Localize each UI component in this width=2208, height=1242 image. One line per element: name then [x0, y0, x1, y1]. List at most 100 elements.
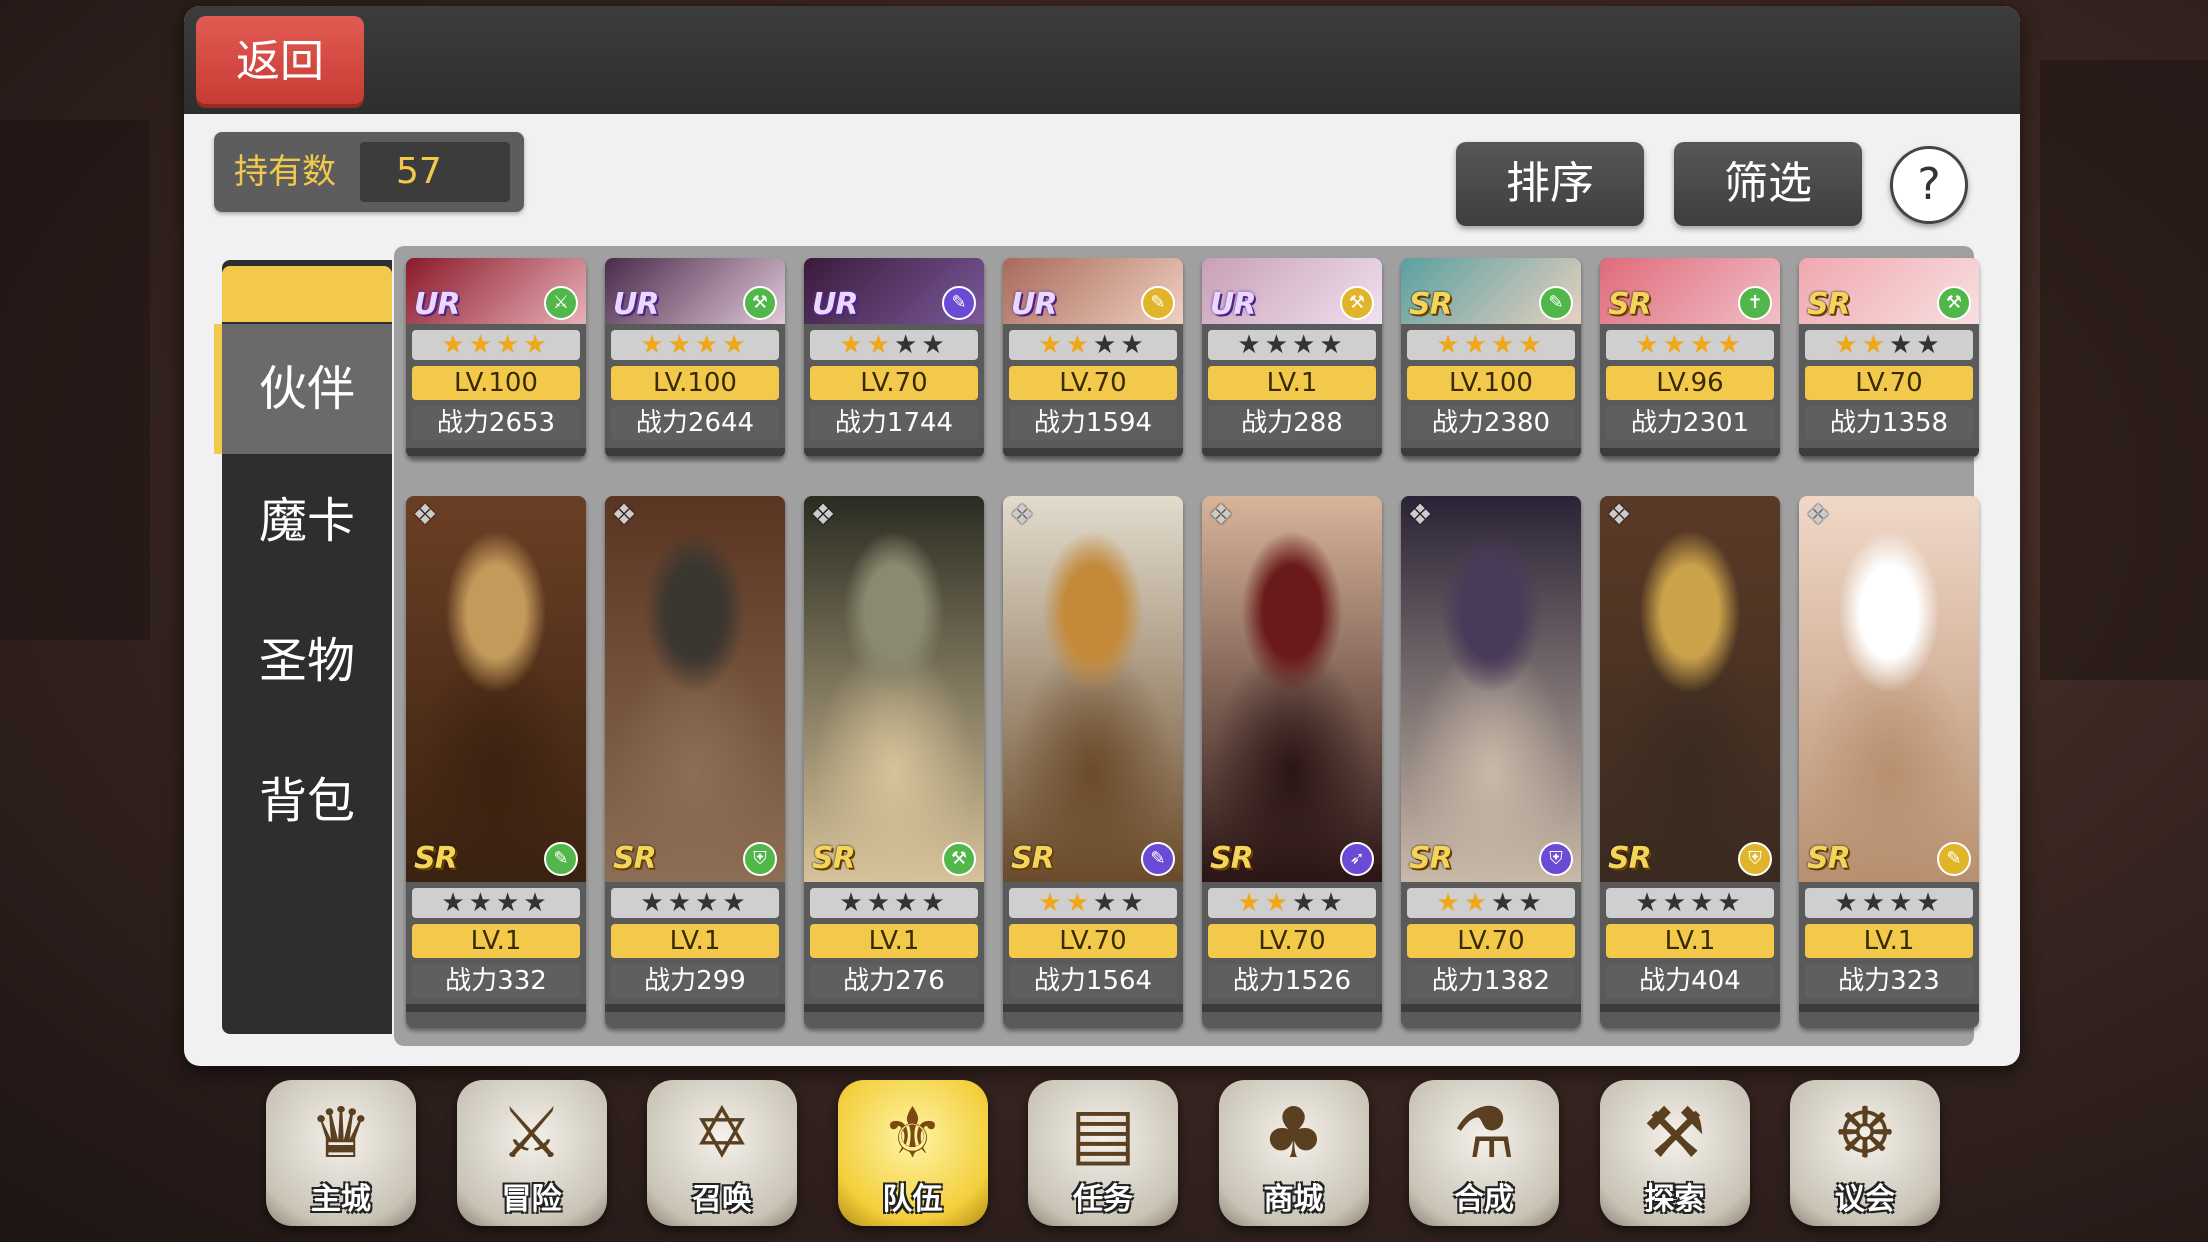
level-label: LV.1: [810, 924, 978, 958]
power-label: 战力2380: [1407, 406, 1575, 440]
partner-card[interactable]: ❖ SR ➶ ★★★★ LV.70 战力1526: [1202, 496, 1382, 1028]
partner-card[interactable]: SR ✝ ★★★★ LV.96 战力2301: [1600, 258, 1780, 458]
partner-card[interactable]: SR ✎ ★★★★ LV.100 战力2380: [1401, 258, 1581, 458]
nav-item-shop-tree[interactable]: ♣ 商城: [1218, 1080, 1369, 1226]
star-filled-icon: ★: [866, 330, 894, 360]
card-footer: [605, 1004, 785, 1012]
level-label: LV.1: [1208, 366, 1376, 400]
partner-portrait: SR ✝: [1600, 258, 1780, 324]
staff-icon: ✎: [544, 842, 578, 876]
partner-portrait: SR ⚒: [1799, 258, 1979, 324]
rarity-badge: SR: [1409, 841, 1453, 876]
star-filled-icon: ★: [1436, 330, 1464, 360]
rank-gem-icon: ❖: [611, 498, 637, 531]
partner-card[interactable]: SR ⚒ ★★★★ LV.70 战力1358: [1799, 258, 1979, 458]
rarity-badge: SR: [1011, 841, 1055, 876]
tab-partner[interactable]: 伙伴: [214, 324, 392, 454]
star-empty-icon: ★: [1093, 330, 1121, 360]
nav-item-quest-book[interactable]: ▤ 任务: [1028, 1080, 1178, 1226]
star-empty-icon: ★: [1264, 330, 1292, 360]
sort-button[interactable]: 排序: [1456, 142, 1644, 226]
star-rating: ★★★★: [1009, 330, 1177, 360]
bow-icon: ➶: [1340, 842, 1374, 876]
star-empty-icon: ★: [640, 888, 668, 918]
star-rating: ★★★★: [611, 330, 779, 360]
staff-icon: ✎: [1937, 842, 1971, 876]
nav-label: 合成: [1454, 1182, 1514, 1217]
side-tab-accent: [222, 266, 392, 322]
partner-card[interactable]: ❖ SR ⛨ ★★★★ LV.1 战力299: [605, 496, 785, 1028]
rarity-badge: UR: [613, 287, 659, 322]
card-footer: [406, 1004, 586, 1012]
star-empty-icon: ★: [1292, 330, 1320, 360]
star-empty-icon: ★: [839, 888, 867, 918]
partner-card[interactable]: UR ⚔ ★★★★ LV.100 战力2653: [406, 258, 586, 458]
level-label: LV.96: [1606, 366, 1774, 400]
card-footer: [804, 448, 984, 456]
partner-grid: UR ⚔ ★★★★ LV.100 战力2653 UR ⚒ ★★★★ LV.100 战力2644 UR…: [394, 246, 1979, 1046]
card-footer: [1003, 1004, 1183, 1012]
star-rating: ★★★★: [1805, 330, 1973, 360]
star-empty-icon: ★: [1491, 888, 1519, 918]
nav-item-summon-card[interactable]: ✡ 召唤: [647, 1080, 797, 1226]
partner-card[interactable]: UR ⚒ ★★★★ LV.1 战力288: [1202, 258, 1382, 458]
partner-card[interactable]: ❖ SR ✎ ★★★★ LV.1 战力332: [406, 496, 586, 1028]
star-rating: ★★★★: [1805, 888, 1973, 918]
partner-card[interactable]: ❖ SR ✎ ★★★★ LV.70 战力1564: [1003, 496, 1183, 1028]
star-empty-icon: ★: [667, 888, 695, 918]
partner-portrait: UR ⚔: [406, 258, 586, 324]
nav-item-potion[interactable]: ⚗ 合成: [1409, 1080, 1559, 1226]
partner-card[interactable]: UR ⚒ ★★★★ LV.100 战力2644: [605, 258, 785, 458]
level-label: LV.70: [1407, 924, 1575, 958]
filter-button[interactable]: 筛选: [1674, 142, 1862, 226]
partner-portrait: SR ✎: [1401, 258, 1581, 324]
level-label: LV.100: [1407, 366, 1575, 400]
rarity-badge: SR: [613, 841, 657, 876]
card-footer: [804, 1004, 984, 1012]
nav-item-crown[interactable]: ♛ 主城: [266, 1080, 416, 1226]
star-empty-icon: ★: [1292, 888, 1320, 918]
nav-item-council-crest[interactable]: ☸ 议会: [1790, 1080, 1940, 1226]
help-button[interactable]: ?: [1890, 146, 1968, 224]
star-filled-icon: ★: [1861, 330, 1889, 360]
nav-label: 任务: [1073, 1182, 1133, 1217]
nav-item-crossed-swords[interactable]: ⚔ 冒险: [456, 1080, 607, 1226]
crown-icon: ♛: [309, 1092, 373, 1174]
shield-icon: ⛨: [743, 842, 777, 876]
level-label: LV.70: [810, 366, 978, 400]
tab-bag[interactable]: 背包: [222, 736, 392, 866]
star-rating: ★★★★: [810, 888, 978, 918]
partner-card[interactable]: UR ✎ ★★★★ LV.70 战力1594: [1003, 258, 1183, 458]
card-footer: [1202, 1004, 1382, 1012]
nav-label: 召唤: [692, 1182, 752, 1217]
partner-card[interactable]: ❖ SR ⛨ ★★★★ LV.70 战力1382: [1401, 496, 1581, 1028]
star-rating: ★★★★: [1606, 330, 1774, 360]
shield-icon: ⛨: [1738, 842, 1772, 876]
cross-icon: ✝: [1738, 286, 1772, 320]
nav-item-team-wings[interactable]: ⚜ 队伍: [837, 1080, 988, 1226]
partner-card[interactable]: ❖ SR ✎ ★★★★ LV.1 战力323: [1799, 496, 1979, 1028]
star-filled-icon: ★: [1635, 330, 1663, 360]
back-button[interactable]: 返回: [196, 16, 364, 108]
power-label: 战力1382: [1407, 964, 1575, 998]
star-filled-icon: ★: [1662, 330, 1690, 360]
level-label: LV.70: [1009, 924, 1177, 958]
tab-magic-card[interactable]: 魔卡: [222, 456, 392, 586]
rarity-badge: SR: [1807, 287, 1851, 322]
partner-card[interactable]: UR ✎ ★★★★ LV.70 战力1744: [804, 258, 984, 458]
sword-icon: ⚔: [544, 286, 578, 320]
tab-relic[interactable]: 圣物: [222, 596, 392, 726]
star-empty-icon: ★: [722, 888, 750, 918]
power-label: 战力323: [1805, 964, 1973, 998]
partner-card[interactable]: ❖ SR ⛨ ★★★★ LV.1 战力404: [1600, 496, 1780, 1028]
nav-item-shovel[interactable]: ⚒ 探索: [1599, 1080, 1750, 1226]
power-label: 战力2653: [412, 406, 580, 440]
power-label: 战力1526: [1208, 964, 1376, 998]
star-rating: ★★★★: [412, 888, 580, 918]
star-empty-icon: ★: [1120, 888, 1148, 918]
card-footer: [406, 448, 586, 456]
level-label: LV.1: [1805, 924, 1973, 958]
rank-gem-icon: ❖: [1407, 498, 1433, 531]
partner-card[interactable]: ❖ SR ⚒ ★★★★ LV.1 战力276: [804, 496, 984, 1028]
rarity-badge: SR: [812, 841, 856, 876]
